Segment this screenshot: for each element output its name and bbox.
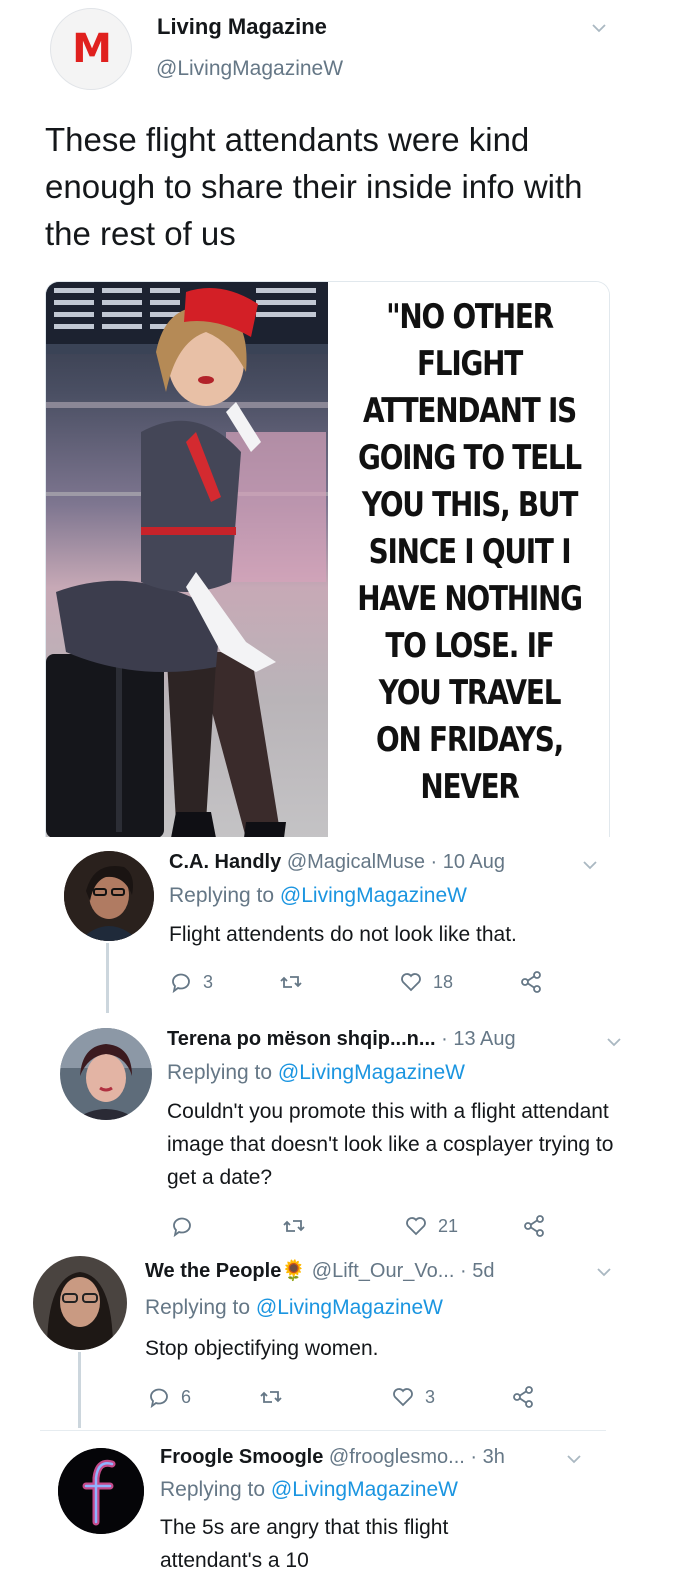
share-icon (513, 1386, 533, 1408)
like-button[interactable]: 18 (399, 970, 519, 994)
like-button[interactable]: 3 (391, 1385, 511, 1409)
share-button[interactable] (511, 1385, 535, 1409)
reply-3-name[interactable]: We the People (145, 1260, 281, 1282)
heart-icon (401, 973, 421, 992)
author-name[interactable]: Living Magazine (157, 14, 327, 40)
reply-4-text: The 5s are angry that this flight attend… (160, 1516, 449, 1572)
retweet-icon (283, 1220, 305, 1232)
separator-dot: · (459, 1260, 467, 1282)
sunflower-icon: 🌻 (281, 1260, 307, 1282)
reply-3-actions: 6 3 (147, 1382, 567, 1412)
tweet-media[interactable]: "NO OTHER FLIGHT ATTENDANT IS GOING TO T… (45, 281, 610, 837)
reply-4-header: Froogle Smoogle @frooglesmo... · 3h (160, 1446, 505, 1469)
separator-dot: · (470, 1446, 478, 1468)
reply-1-header: C.A. Handly @MagicalMuse · 10 Aug (169, 851, 505, 874)
image-quote-panel: "NO OTHER FLIGHT ATTENDANT IS GOING TO T… (328, 282, 609, 837)
reply-2-header: Terena po mëson shqip...n... · 13 Aug (167, 1028, 516, 1051)
heart-icon (393, 1388, 413, 1407)
reply-1-mention[interactable]: @LivingMagazineW (280, 884, 467, 907)
reply-2-actions: 21 (170, 1211, 580, 1241)
reply-button[interactable]: 3 (169, 970, 279, 994)
reply-count: 3 (203, 971, 214, 992)
reply-3-mention[interactable]: @LivingMagazineW (256, 1296, 443, 1319)
reply-2-avatar[interactable] (60, 1028, 152, 1120)
reply-icon (173, 1217, 191, 1238)
reply-1-time[interactable]: 10 Aug (443, 851, 505, 873)
separator-dot: · (441, 1028, 448, 1050)
reply-2-mention[interactable]: @LivingMagazineW (278, 1061, 465, 1084)
like-count: 3 (425, 1386, 436, 1407)
author-handle[interactable]: @LivingMagazineW (156, 57, 343, 81)
replying-label: Replying to (167, 1061, 273, 1084)
reply-2-replying-to: Replying to @LivingMagazineW (167, 1061, 465, 1085)
reply-3-time[interactable]: 5d (472, 1260, 494, 1282)
chevron-down-icon[interactable] (566, 1451, 582, 1467)
author-avatar-logo: M (72, 26, 112, 72)
like-button[interactable]: 21 (404, 1214, 522, 1238)
image-quote-text: "NO OTHER FLIGHT ATTENDANT IS GOING TO T… (357, 297, 583, 807)
reply-1-replying-to: Replying to @LivingMagazineW (169, 884, 467, 908)
reply-4-time[interactable]: 3h (483, 1446, 505, 1468)
reply-4-mention[interactable]: @LivingMagazineW (271, 1478, 458, 1501)
reply-count: 6 (181, 1386, 192, 1407)
reply-1-actions: 3 18 (169, 967, 569, 997)
reply-3-replying-to: Replying to @LivingMagazineW (145, 1296, 443, 1320)
share-button[interactable] (519, 970, 543, 994)
retweet-icon (280, 976, 302, 988)
retweet-button[interactable] (279, 970, 399, 994)
retweet-button[interactable] (259, 1385, 391, 1409)
reply-icon (150, 1388, 168, 1409)
photo-illustration (46, 282, 328, 837)
reply-4-handle[interactable]: @frooglesmo... (329, 1446, 465, 1468)
share-icon (521, 971, 541, 993)
like-count: 18 (433, 971, 454, 992)
retweet-button[interactable] (282, 1214, 404, 1238)
replying-label: Replying to (160, 1478, 266, 1501)
reply-4-name[interactable]: Froogle Smoogle (160, 1446, 323, 1468)
chevron-down-icon[interactable] (591, 20, 607, 36)
reply-3-text: Stop objectifying women. (145, 1337, 379, 1360)
reply-button[interactable]: 6 (147, 1385, 259, 1409)
reply-2-name[interactable]: Terena po mëson shqip...n... (167, 1028, 436, 1050)
reply-1-avatar[interactable] (64, 851, 154, 941)
thread-line (106, 943, 109, 1013)
reply-3-avatar[interactable] (33, 1256, 127, 1350)
like-count: 21 (438, 1215, 459, 1236)
retweet-icon (260, 1391, 282, 1403)
thread-line (78, 1352, 81, 1428)
divider (40, 1430, 606, 1431)
reply-4-replying-to: Replying to @LivingMagazineW (160, 1478, 458, 1502)
reply-4-avatar[interactable] (58, 1448, 144, 1534)
chevron-down-icon[interactable] (596, 1264, 612, 1280)
reply-1-text: Flight attendents do not look like that. (169, 923, 517, 946)
chevron-down-icon[interactable] (606, 1034, 622, 1050)
reply-2-time[interactable]: 13 Aug (453, 1028, 515, 1050)
share-button[interactable] (522, 1214, 546, 1238)
author-avatar[interactable]: M (50, 8, 132, 90)
replying-label: Replying to (145, 1296, 251, 1319)
reply-3-header: We the People🌻 @Lift_Our_Vo... · 5d (145, 1258, 494, 1283)
tweet-text: These flight attendants were kind enough… (45, 121, 583, 252)
replying-label: Replying to (169, 884, 275, 907)
reply-1-handle[interactable]: @MagicalMuse (287, 851, 425, 873)
reply-icon (172, 973, 190, 994)
separator-dot: · (430, 851, 438, 873)
chevron-down-icon[interactable] (582, 857, 598, 873)
flight-attendant-photo (46, 282, 328, 837)
reply-1-name[interactable]: C.A. Handly (169, 851, 281, 873)
reply-2-text: Couldn't you promote this with a flight … (167, 1100, 614, 1189)
share-icon (524, 1215, 544, 1237)
reply-button[interactable] (170, 1214, 282, 1238)
heart-icon (406, 1217, 426, 1236)
reply-3-handle[interactable]: @Lift_Our_Vo... (312, 1260, 455, 1282)
